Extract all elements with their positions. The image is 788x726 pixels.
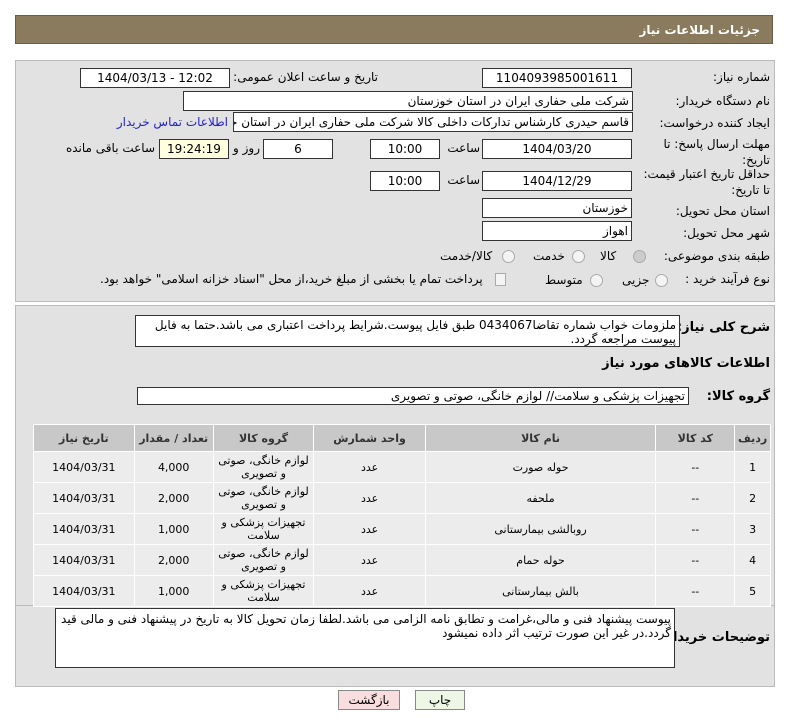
buyer-label: نام دستگاه خریدار: [675, 94, 771, 108]
contact-buyer-link[interactable]: اطلاعات تماس خریدار [117, 115, 228, 129]
city-label: شهر محل تحویل: [683, 226, 770, 240]
notes-textarea[interactable]: پیوست پیشنهاد فنی و مالی،غرامت و تطابق ن… [55, 608, 675, 668]
table-cell: تجهیزات پزشکی و سلامت [212, 575, 315, 607]
process-option-medium: متوسط [545, 273, 583, 287]
table-cell: 5 [734, 575, 771, 607]
table-cell: -- [655, 544, 736, 576]
deadline-label: مهلت ارسال پاسخ: تا تاریخ: [663, 137, 770, 167]
table-row: 4 -- حوله حمام عدد لوازم خانگی، صوتی و تصویر… [33, 544, 771, 576]
table-cell: عدد [313, 451, 426, 483]
table-cell: لوازم خانگی، صوتی و تصویری [212, 544, 315, 576]
table-cell: بالش بیمارستانی [424, 575, 657, 607]
table-cell: 1404/03/31 [33, 482, 135, 514]
payment-checkbox[interactable] [495, 273, 506, 286]
process-radio-medium[interactable] [590, 274, 603, 287]
validity-date-field: 1404/12/29 [482, 171, 632, 191]
category-label: طبقه بندی موضوعی: [663, 249, 770, 263]
goods-table: ردیف کد کالا نام کالا واحد شمارش گروه کالا تع… [33, 424, 771, 607]
table-cell: حوله حمام [424, 544, 657, 576]
column-header: گروه کالا [212, 424, 315, 452]
column-header: ردیف [734, 424, 771, 452]
remaining-label: ساعت باقی مانده [65, 141, 155, 155]
creator-label: ایجاد کننده درخواست: [659, 116, 770, 130]
need-number-label: شماره نیاز: [713, 70, 770, 84]
table-cell: 2,000 [133, 544, 214, 576]
notes-label: توضیحات خریدار: [660, 630, 770, 645]
table-row: 5 -- بالش بیمارستانی عدد تجهیزات پزشکی و سلا… [33, 575, 771, 607]
deadline-time-label: ساعت [447, 141, 480, 155]
description-label: شرح کلی نیاز: [676, 320, 770, 335]
validity-time-field: 10:00 [370, 171, 440, 191]
table-cell: -- [655, 451, 736, 483]
table-cell: -- [655, 482, 736, 514]
remaining-time-field: 19:24:19 [159, 139, 229, 159]
process-radio-minor[interactable] [655, 274, 668, 287]
column-header: نام کالا [424, 424, 657, 452]
validity-label: حداقل تاریخ اعتبار قیمت: تا تاریخ: [643, 167, 770, 197]
table-row: 1 -- حوله صورت عدد لوازم خانگی، صوتی و تصویر… [33, 451, 771, 483]
province-field: خوزستان [482, 198, 632, 218]
days-label: روز و [233, 141, 260, 155]
table-cell: 1404/03/31 [33, 544, 135, 576]
announce-label: تاریخ و ساعت اعلان عمومی: [233, 70, 378, 84]
table-cell: عدد [313, 482, 426, 514]
description-textarea[interactable]: ملزومات خواب شماره تقاضا0434067 طبق فایل… [135, 315, 680, 347]
category-radio-service[interactable] [572, 250, 585, 263]
table-cell: 1404/03/31 [33, 575, 135, 607]
process-option-minor: جزیی [622, 273, 650, 287]
column-header: کد کالا [655, 424, 736, 452]
column-header: واحد شمارش [313, 424, 426, 452]
validity-time-label: ساعت [447, 173, 480, 187]
table-row: 3 -- روبالشی بیمارستانی عدد تجهیزات پزشکی و … [33, 513, 771, 545]
table-cell: عدد [313, 513, 426, 545]
creator-field: قاسم حیدری کارشناس تدارکات داخلی کالا شر… [233, 112, 633, 132]
category-radio-both[interactable] [502, 250, 515, 263]
deadline-time-field: 10:00 [370, 139, 440, 159]
table-cell: حوله صورت [424, 451, 657, 483]
city-field: اهواز [482, 221, 632, 241]
group-field: تجهیزات پزشکی و سلامت// لوازم خانگی، صوت… [137, 387, 689, 405]
table-cell: 1,000 [133, 575, 214, 607]
print-button[interactable]: چاپ [415, 690, 465, 710]
province-label: استان محل تحویل: [675, 204, 770, 218]
table-cell: 2,000 [133, 482, 214, 514]
table-cell: 1404/03/31 [33, 513, 135, 545]
category-radio-goods[interactable] [633, 250, 646, 263]
table-cell: 1404/03/31 [33, 451, 135, 483]
table-cell: روبالشی بیمارستانی [424, 513, 657, 545]
goods-section-title: اطلاعات کالاهای مورد نیاز [602, 356, 770, 371]
table-cell: 1,000 [133, 513, 214, 545]
table-cell: تجهیزات پزشکی و سلامت [212, 513, 315, 545]
days-field: 6 [263, 139, 333, 159]
table-cell: -- [655, 513, 736, 545]
table-cell: 1 [734, 451, 771, 483]
table-cell: عدد [313, 544, 426, 576]
page-header: جزئیات اطلاعات نیاز [15, 15, 773, 44]
process-label: نوع فرآیند خرید : [685, 272, 770, 286]
table-row: 2 -- ملحفه عدد لوازم خانگی، صوتی و تصویری 2,0… [33, 482, 771, 514]
table-cell: عدد [313, 575, 426, 607]
deadline-date-field: 1404/03/20 [482, 139, 632, 159]
table-cell: 3 [734, 513, 771, 545]
announce-field: 1404/03/13 - 12:02 [80, 68, 230, 88]
table-cell: -- [655, 575, 736, 607]
table-cell: لوازم خانگی، صوتی و تصویری [212, 482, 315, 514]
page-title: جزئیات اطلاعات نیاز [639, 22, 760, 37]
category-option-goods: کالا [600, 249, 617, 263]
table-cell: 2 [734, 482, 771, 514]
table-cell: 4,000 [133, 451, 214, 483]
group-label: گروه کالا: [706, 389, 770, 404]
table-cell: 4 [734, 544, 771, 576]
column-header: تعداد / مقدار [133, 424, 214, 452]
need-number-field: 1104093985001611 [482, 68, 632, 88]
category-option-both: کالا/خدمت [440, 249, 493, 263]
category-option-service: خدمت [533, 249, 565, 263]
payment-note: پرداخت تمام یا بخشی از مبلغ خرید،از محل … [100, 272, 483, 286]
column-header: تاریخ نیاز [33, 424, 135, 452]
buyer-field: شرکت ملی حفاری ایران در استان خوزستان [183, 91, 633, 111]
table-cell: لوازم خانگی، صوتی و تصویری [212, 451, 315, 483]
back-button[interactable]: بازگشت [338, 690, 400, 710]
table-cell: ملحفه [424, 482, 657, 514]
